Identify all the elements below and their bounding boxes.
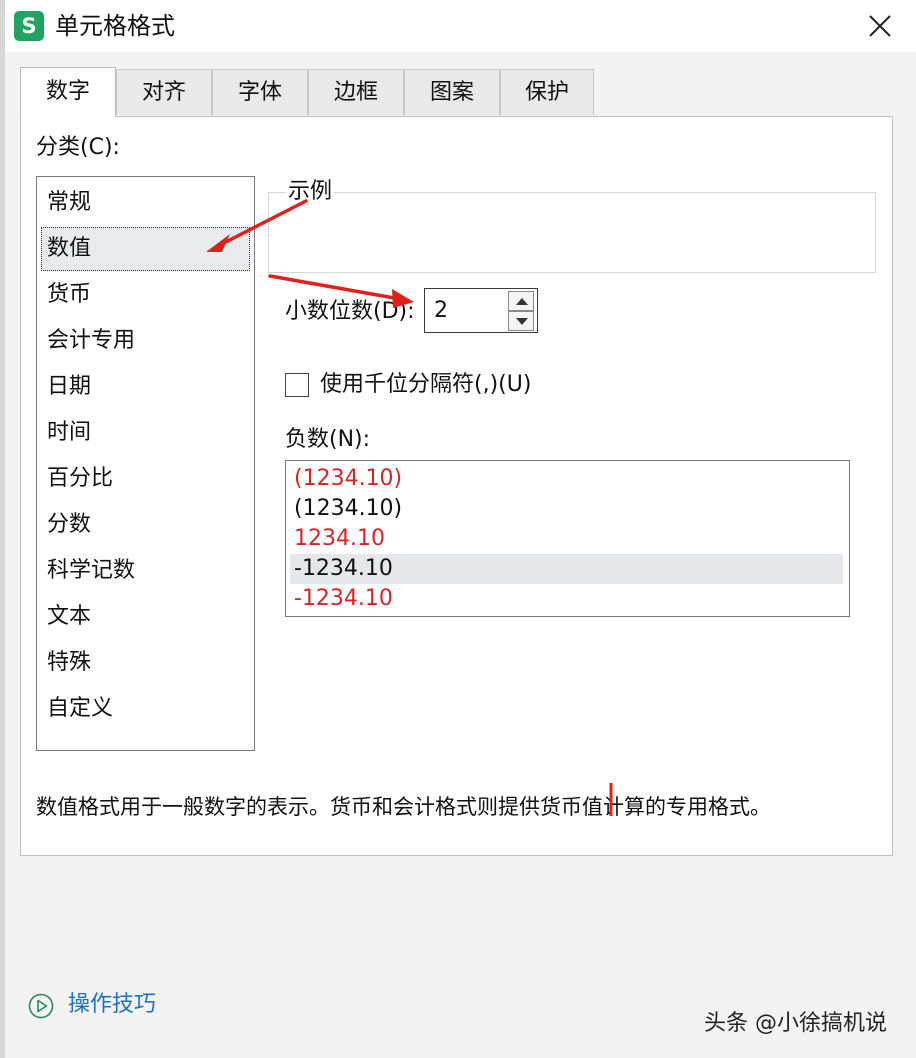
decrement-button[interactable] (508, 311, 534, 331)
decimal-places-stepper[interactable]: 2 (424, 288, 538, 333)
close-icon (869, 15, 891, 37)
decimal-places-value[interactable]: 2 (434, 297, 448, 325)
negative-option-3[interactable]: 1234.10 (290, 524, 843, 554)
tab-border[interactable]: 边框 (308, 69, 404, 115)
title-bar: S 单元格格式 (5, 0, 916, 52)
format-cells-dialog: S 单元格格式 数字 对齐 字体 边框 图案 保护 分类(C): 常规 数值 货… (0, 0, 916, 1058)
thousands-separator-checkbox[interactable] (285, 373, 309, 397)
arrow-up-icon (516, 298, 528, 305)
negative-numbers-label: 负数(N): (285, 427, 371, 452)
category-item-text[interactable]: 文本 (41, 595, 250, 639)
tab-protection[interactable]: 保护 (500, 69, 594, 115)
negative-option-5[interactable]: -1234.10 (290, 584, 843, 614)
tab-alignment[interactable]: 对齐 (116, 69, 212, 115)
category-item-number[interactable]: 数值 (41, 227, 250, 271)
negative-numbers-list[interactable]: (1234.10) (1234.10) 1234.10 -1234.10 -12… (285, 460, 850, 617)
play-circle-icon (28, 993, 54, 1019)
sample-group (268, 192, 876, 273)
watermark: 头条 @小徐搞机说 (704, 1011, 887, 1036)
arrow-down-icon (516, 318, 528, 325)
tab-strip: 数字 对齐 字体 边框 图案 保护 (20, 67, 600, 117)
category-item-accounting[interactable]: 会计专用 (41, 319, 250, 363)
spreadsheet-edge (0, 0, 5, 1058)
category-list[interactable]: 常规 数值 货币 会计专用 日期 时间 百分比 分数 科学记数 文本 特殊 自定… (36, 176, 255, 751)
category-item-percentage[interactable]: 百分比 (41, 457, 250, 501)
thousands-separator-label[interactable]: 使用千位分隔符(,)(U) (320, 371, 531, 399)
dialog-title: 单元格格式 (55, 12, 175, 40)
category-item-custom[interactable]: 自定义 (41, 687, 250, 731)
category-item-date[interactable]: 日期 (41, 365, 250, 409)
category-item-time[interactable]: 时间 (41, 411, 250, 455)
category-item-general[interactable]: 常规 (41, 181, 250, 225)
format-description: 数值格式用于一般数字的表示。货币和会计格式则提供货币值计算的专用格式。 (36, 795, 771, 819)
negative-option-4[interactable]: -1234.10 (290, 554, 843, 584)
tab-number[interactable]: 数字 (20, 67, 116, 117)
negative-option-2[interactable]: (1234.10) (290, 494, 843, 524)
category-item-currency[interactable]: 货币 (41, 273, 250, 317)
category-item-special[interactable]: 特殊 (41, 641, 250, 685)
category-label: 分类(C): (36, 135, 120, 160)
tab-patterns[interactable]: 图案 (404, 69, 500, 115)
tab-font[interactable]: 字体 (212, 69, 308, 115)
wps-spreadsheet-icon: S (14, 11, 44, 41)
tips-label[interactable]: 操作技巧 (68, 990, 156, 1020)
close-button[interactable] (853, 4, 907, 48)
category-item-fraction[interactable]: 分数 (41, 503, 250, 547)
increment-button[interactable] (508, 291, 534, 311)
decimal-places-label: 小数位数(D): (285, 299, 415, 324)
negative-option-1[interactable]: (1234.10) (290, 464, 843, 494)
sample-label: 示例 (286, 179, 335, 205)
category-item-scientific[interactable]: 科学记数 (41, 549, 250, 593)
